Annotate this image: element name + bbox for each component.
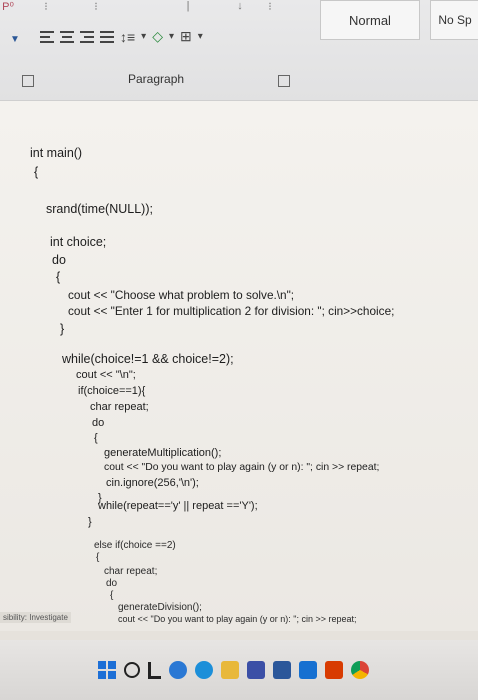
ribbon: P⁰ ⁝ ⁝ | ↓ ⁝ Normal No Sp ▼ ↕≡ ▾ ◇ ▾ ⊞ ▾…	[0, 0, 478, 101]
code-line: while(repeat=='y' || repeat =='Y');	[98, 500, 258, 512]
code-line: srand(time(NULL));	[46, 202, 153, 216]
align-left-icon[interactable]	[40, 30, 54, 43]
code-line: int choice;	[50, 235, 107, 249]
code-line: cout << "\n";	[76, 369, 136, 381]
ribbon-fragment-icon: |	[186, 0, 190, 12]
line-spacing-icon[interactable]: ↕≡	[120, 29, 135, 45]
style-normal-label: Normal	[349, 12, 391, 28]
code-line: do	[92, 417, 105, 429]
style-no-spacing-label: No Sp	[438, 13, 472, 27]
code-line: {	[94, 432, 98, 444]
code-line: if(choice==1){	[78, 385, 146, 397]
file-explorer-icon[interactable]	[221, 661, 239, 679]
justify-icon[interactable]	[100, 30, 114, 43]
code-line: do	[106, 578, 118, 589]
paragraph-toolbar: ↕≡ ▾ ◇ ▾ ⊞ ▾	[40, 28, 203, 45]
code-line: cout << "Do you want to play again (y or…	[118, 614, 357, 624]
office-icon[interactable]	[325, 661, 343, 679]
code-line: int main()	[30, 146, 83, 160]
code-line: char repeat;	[104, 566, 158, 577]
code-line: cout << "Choose what problem to solve.\n…	[68, 288, 295, 302]
borders-icon[interactable]: ⊞	[180, 28, 192, 45]
accessibility-status[interactable]: sibility: Investigate	[0, 612, 71, 623]
taskbar	[0, 640, 478, 700]
windows-start-icon[interactable]	[98, 661, 116, 679]
show-marks-icon[interactable]: ⁝	[262, 0, 278, 14]
code-line: }	[60, 322, 65, 336]
chevron-down-icon[interactable]: ▾	[198, 31, 203, 42]
search-icon[interactable]	[124, 662, 140, 678]
font-dialog-launcher-icon[interactable]	[22, 75, 34, 87]
chrome-icon[interactable]	[351, 661, 369, 679]
sort-icon[interactable]: ↓	[232, 0, 248, 14]
chevron-down-icon[interactable]: ▾	[169, 31, 174, 42]
ribbon-fragment-icon: ⁝	[44, 1, 48, 13]
code-line: cout << "Enter 1 for multiplication 2 fo…	[68, 304, 395, 318]
code-line: generateDivision();	[118, 602, 202, 613]
style-normal[interactable]: Normal	[320, 0, 420, 40]
shading-icon[interactable]: ◇	[152, 28, 163, 45]
paragraph-group-label: Paragraph	[128, 72, 185, 86]
code-line: do	[52, 253, 66, 267]
mail-icon[interactable]	[299, 661, 317, 679]
chevron-down-icon[interactable]: ▼	[10, 34, 20, 45]
paragraph-dialog-launcher-icon[interactable]	[278, 75, 290, 87]
edge-icon[interactable]	[195, 661, 213, 679]
code-line: {	[96, 552, 100, 563]
ribbon-fragment-icon: ⁝	[94, 1, 98, 13]
align-right-icon[interactable]	[80, 30, 94, 43]
word-icon[interactable]	[273, 661, 291, 679]
code-line: {	[56, 270, 61, 284]
code-line: while(choice!=1 && choice!=2);	[62, 352, 234, 366]
chevron-down-icon[interactable]: ▾	[141, 31, 146, 42]
code-line: }	[88, 516, 92, 528]
ribbon-fragment-icon: P⁰	[2, 1, 14, 13]
code-line: generateMultiplication();	[104, 447, 222, 459]
store-icon[interactable]	[247, 661, 265, 679]
code-line: else if(choice ==2)	[94, 540, 176, 551]
code-line: cout << "Do you want to play again (y or…	[104, 462, 380, 473]
task-view-icon[interactable]	[148, 661, 161, 679]
code-line: char repeat;	[90, 401, 149, 413]
document-page[interactable]	[0, 101, 478, 631]
cortana-icon[interactable]	[169, 661, 187, 679]
code-line: {	[110, 590, 114, 601]
style-no-spacing[interactable]: No Sp	[430, 0, 478, 40]
code-line: {	[34, 165, 39, 179]
code-line: cin.ignore(256,'\n');	[106, 477, 199, 489]
align-center-icon[interactable]	[60, 30, 74, 43]
